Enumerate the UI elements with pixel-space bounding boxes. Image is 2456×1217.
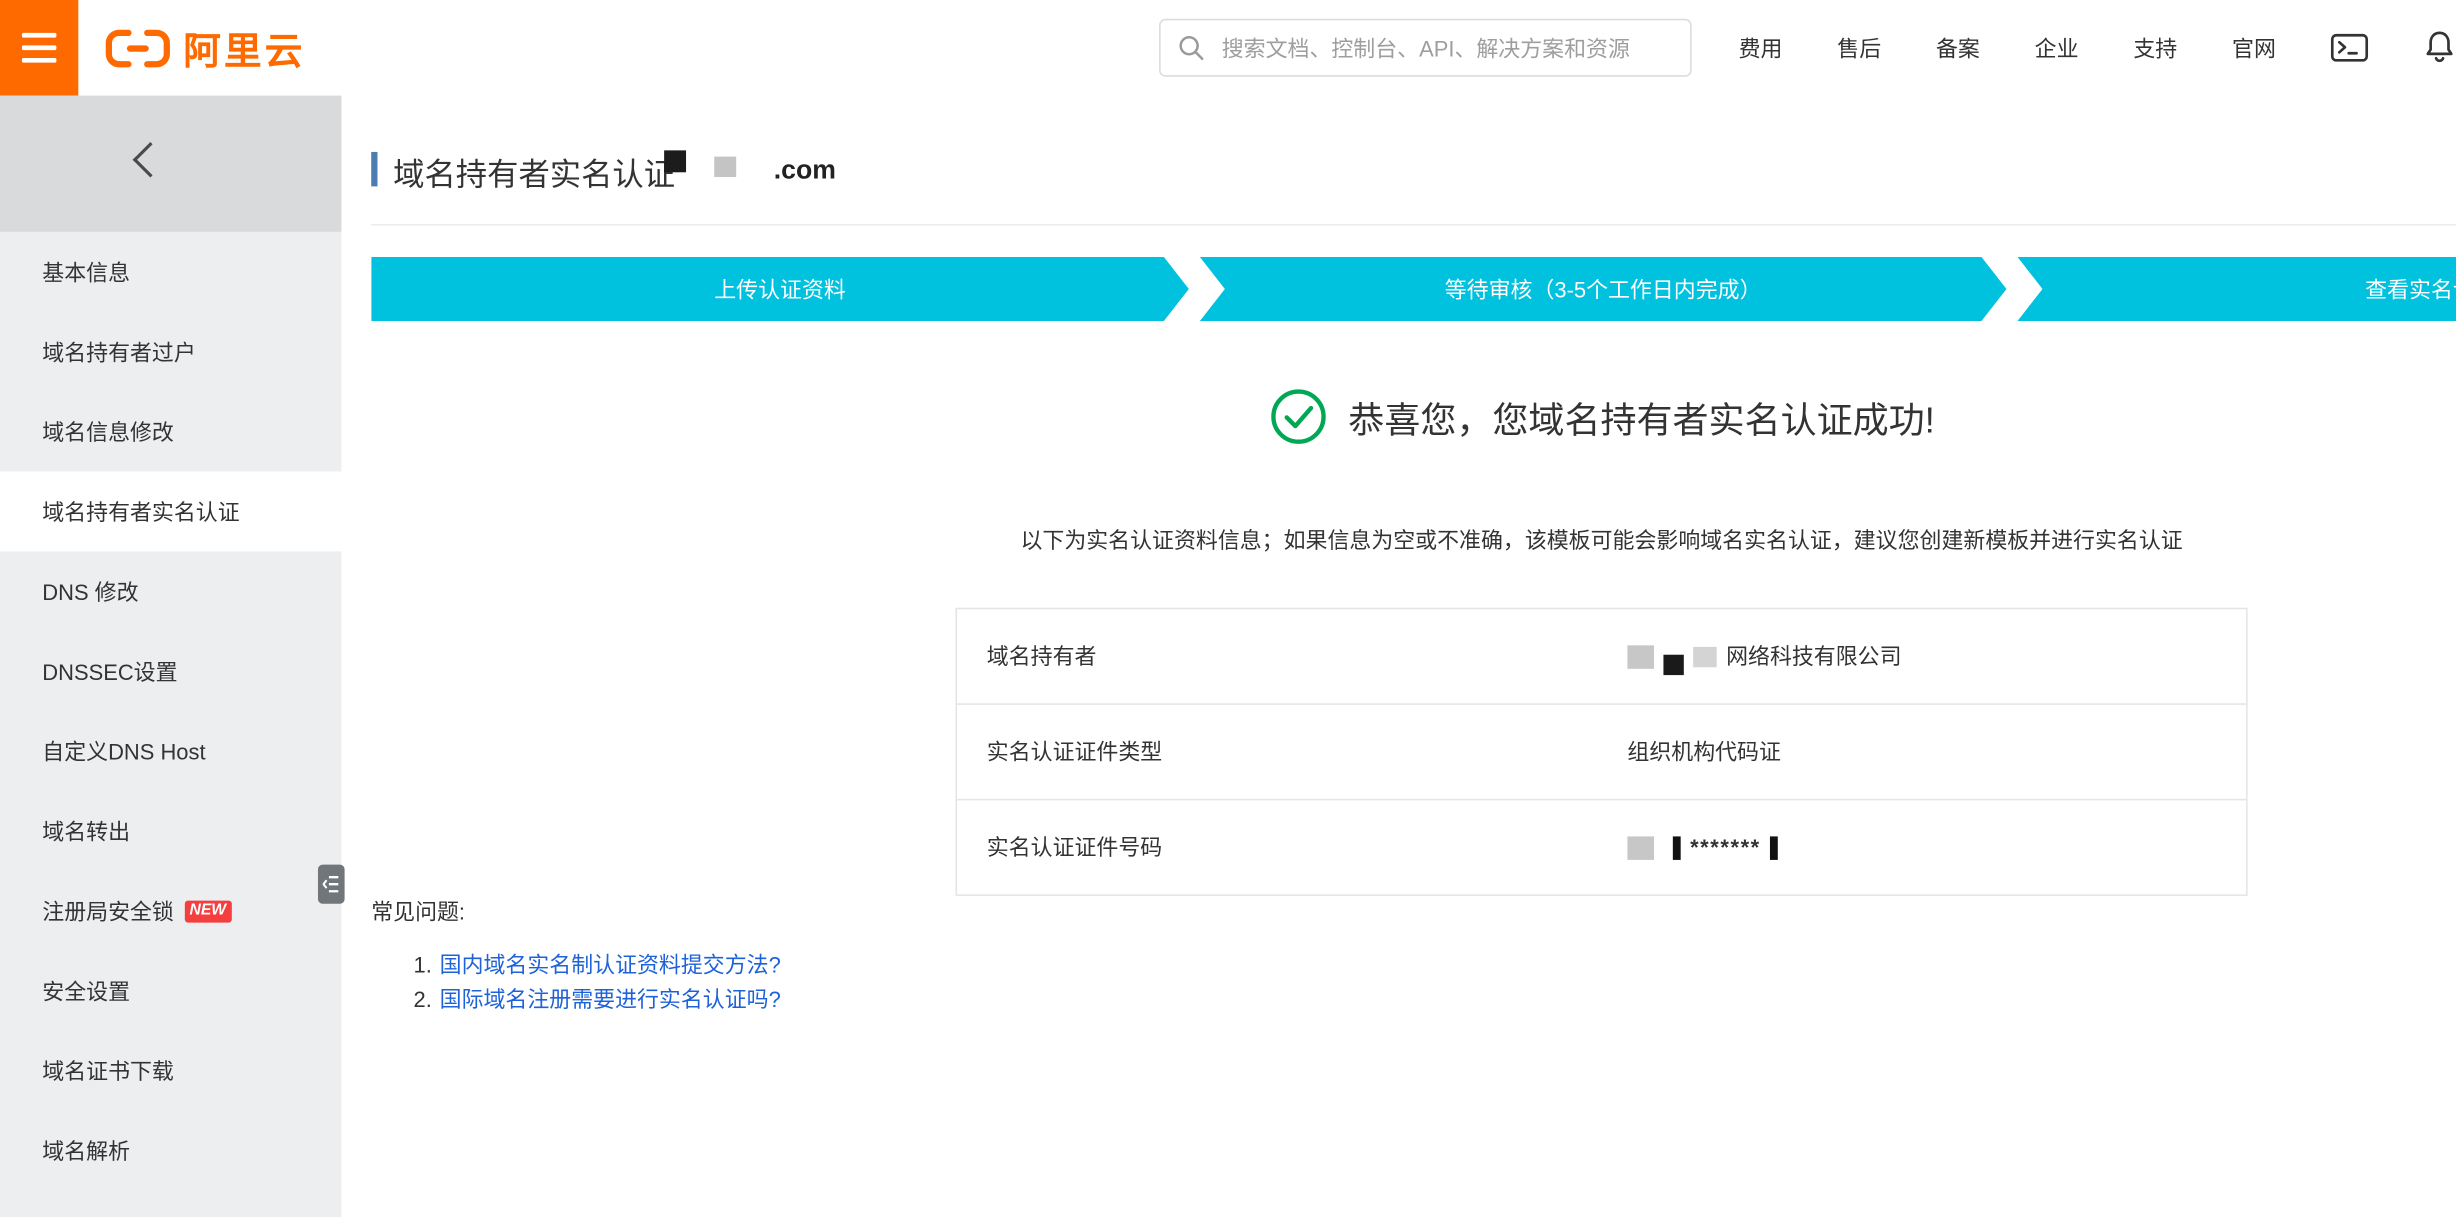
terminal-icon [2331, 33, 2369, 63]
notifications-button[interactable] [2423, 30, 2456, 66]
sidebar-item-domain-transfer-out[interactable]: 域名转出 [0, 791, 341, 871]
title-accent-bar [371, 152, 377, 186]
step-label: 等待审核（3-5个工作日内完成） [1445, 273, 1762, 304]
bell-icon [2423, 30, 2456, 66]
success-message: 恭喜您，您域名持有者实名认证成功! [1348, 390, 1934, 443]
sidebar-item-security-settings[interactable]: 安全设置 [0, 951, 341, 1031]
page-title: 域名持有者实名认证 [393, 149, 675, 194]
step-upload-materials: 上传认证资料 [371, 257, 1189, 321]
row-value: ******* [1627, 835, 1778, 860]
table-row: 实名认证证件号码 ******* [957, 800, 2246, 894]
chevron-left-icon [133, 142, 168, 177]
aliyun-logo-mark [103, 26, 172, 70]
sidebar-item-label: 域名信息修改 [42, 416, 174, 447]
toggle-lines-icon [323, 874, 340, 894]
sidebar-item-registry-lock[interactable]: 注册局安全锁 NEW [0, 871, 341, 951]
sidebar-item-label: 域名证书下载 [42, 1055, 174, 1086]
sidebar-item-dns-resolution[interactable]: 域名解析 [0, 1111, 341, 1191]
row-value: 组织机构代码证 [1627, 736, 1781, 767]
progress-steps: 上传认证资料 等待审核（3-5个工作日内完成） 查看实名认证 [371, 257, 2456, 321]
row-label: 域名持有者 [957, 641, 1627, 672]
faq-link-international-realname[interactable]: 国际域名注册需要进行实名认证吗? [440, 984, 781, 1017]
redacted-block [1627, 645, 1654, 668]
row-label: 实名认证证件类型 [957, 736, 1627, 767]
sidebar-item-custom-dns-host[interactable]: 自定义DNS Host [0, 711, 341, 791]
nav-item-icp-filing[interactable]: 备案 [1936, 32, 1980, 63]
sidebar-item-label: 基本信息 [42, 256, 130, 287]
sidebar-toggle-handle[interactable] [318, 865, 345, 904]
row-value-text: ******* [1690, 835, 1761, 860]
sidebar-item-label: 域名解析 [42, 1135, 130, 1166]
sidebar-item-cert-download[interactable]: 域名证书下载 [0, 1031, 341, 1111]
info-note: 以下为实名认证资料信息；如果信息为空或不准确，该模板可能会影响域名实名认证，建议… [948, 525, 2256, 556]
sidebar-item-realname-auth[interactable]: 域名持有者实名认证 [0, 471, 341, 551]
sidebar-item-holder-transfer[interactable]: 域名持有者过户 [0, 312, 341, 392]
global-search [1159, 19, 1692, 77]
sidebar-item-dns-modify[interactable]: DNS 修改 [0, 551, 341, 631]
faq-link-domestic-submit-method[interactable]: 国内域名实名制认证资料提交方法? [440, 949, 781, 982]
faq-item: 2. 国际域名注册需要进行实名认证吗? [414, 984, 781, 1017]
step-view-result: 查看实名认证 [2017, 257, 2456, 321]
row-value: 网络科技有限公司 [1627, 641, 1901, 672]
search-input[interactable] [1219, 34, 1673, 62]
sidebar-item-label: 安全设置 [42, 975, 130, 1006]
title-divider [371, 224, 2456, 226]
top-bar: 阿里云 费用 售后 备案 企业 支持 官网 [0, 0, 2456, 96]
nav-item-support[interactable]: 支持 [2133, 32, 2177, 63]
success-check-icon [1268, 387, 1328, 447]
sidebar: 基本信息 域名持有者过户 域名信息修改 域名持有者实名认证 DNS 修改 DNS… [0, 96, 341, 1217]
aliyun-logo-text: 阿里云 [183, 20, 305, 75]
aliyun-console-page: 阿里云 费用 售后 备案 企业 支持 官网 [0, 0, 2456, 1217]
table-row: 域名持有者 网络科技有限公司 [957, 609, 2246, 705]
sidebar-menu: 基本信息 域名持有者过户 域名信息修改 域名持有者实名认证 DNS 修改 DNS… [0, 232, 341, 1191]
step-label: 查看实名认证 [2365, 273, 2456, 304]
sidebar-item-label: DNS 修改 [42, 576, 138, 607]
redacted-domain-block [714, 157, 736, 177]
nav-item-aftersales[interactable]: 售后 [1837, 32, 1881, 63]
new-badge: NEW [185, 900, 233, 922]
sidebar-item-dnssec[interactable]: DNSSEC设置 [0, 631, 341, 711]
sidebar-item-label: 域名持有者实名认证 [42, 496, 239, 527]
hamburger-menu-button[interactable] [0, 0, 78, 96]
faq-list: 1. 国内域名实名制认证资料提交方法? 2. 国际域名注册需要进行实名认证吗? [414, 949, 781, 1018]
redacted-domain-block [664, 150, 686, 172]
sidebar-collapse-button[interactable] [0, 96, 341, 232]
redacted-block [1770, 836, 1778, 859]
faq-item: 1. 国内域名实名制认证资料提交方法? [414, 949, 781, 982]
redacted-block [1673, 836, 1681, 859]
search-icon [1178, 34, 1205, 61]
cloud-shell-button[interactable] [2331, 33, 2369, 63]
row-value-text: 组织机构代码证 [1627, 736, 1781, 767]
top-nav: 费用 售后 备案 企业 支持 官网 [1739, 0, 2456, 96]
faq-item-number: 2. [414, 984, 432, 1017]
sidebar-item-label: 注册局安全锁 [42, 895, 174, 926]
certificate-info-table: 域名持有者 网络科技有限公司 实名认证证件类型 组织机构代码证 实名认证证件号码… [955, 608, 2247, 896]
redacted-block [1627, 836, 1654, 859]
redacted-block [1663, 654, 1683, 674]
step-wait-review: 等待审核（3-5个工作日内完成） [1200, 257, 2007, 321]
step-label: 上传认证资料 [714, 273, 846, 304]
domain-suffix: .com [774, 155, 836, 186]
nav-item-enterprise[interactable]: 企业 [2035, 32, 2079, 63]
sidebar-item-label: 域名转出 [42, 815, 130, 846]
sidebar-item-label: 自定义DNS Host [42, 735, 205, 766]
faq-item-number: 1. [414, 949, 432, 982]
nav-item-official-site[interactable]: 官网 [2232, 32, 2276, 63]
sidebar-item-label: 域名持有者过户 [42, 336, 196, 367]
row-value-text: 网络科技有限公司 [1726, 641, 1901, 672]
aliyun-logo[interactable]: 阿里云 [103, 0, 305, 96]
nav-item-billing[interactable]: 费用 [1739, 32, 1783, 63]
redacted-block [1693, 646, 1716, 666]
sidebar-item-label: DNSSEC设置 [42, 656, 177, 687]
sidebar-item-info-modify[interactable]: 域名信息修改 [0, 392, 341, 472]
sidebar-item-basic-info[interactable]: 基本信息 [0, 232, 341, 312]
row-label: 实名认证证件号码 [957, 832, 1627, 863]
faq-title: 常见问题: [371, 896, 465, 927]
table-row: 实名认证证件类型 组织机构代码证 [957, 705, 2246, 801]
success-banner: 恭喜您，您域名持有者实名认证成功! [955, 385, 2247, 448]
